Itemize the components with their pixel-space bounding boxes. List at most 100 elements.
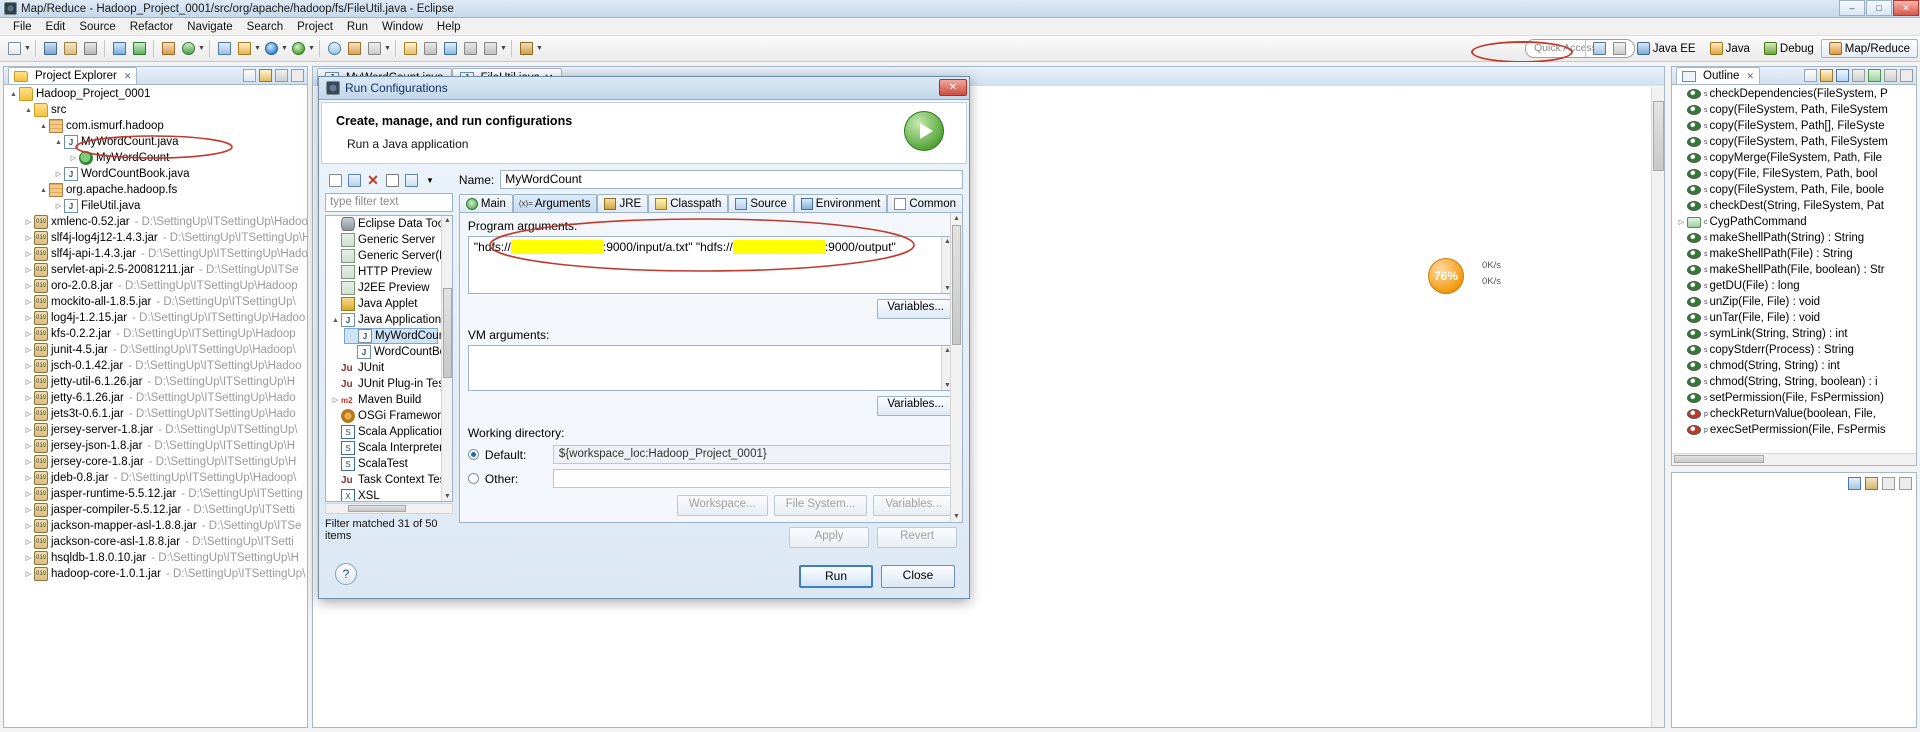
tab-page-scrollbar[interactable]: ▲ ▼	[950, 213, 962, 522]
config-type-tree[interactable]: Eclipse Data Tools Generic Server Generic …	[325, 215, 453, 502]
expand-twisty-icon[interactable]: ▷	[53, 170, 64, 178]
expand-twisty-icon[interactable]: ▷	[1676, 218, 1687, 226]
expand-twisty-icon[interactable]: ▷	[23, 554, 34, 562]
print-icon[interactable]	[81, 40, 99, 58]
hide-fields-icon[interactable]	[1820, 69, 1833, 82]
outline-row[interactable]: s chmod(String, String, boolean) : i	[1672, 374, 1916, 390]
config-tree-row[interactable]: Generic Server(Exte	[328, 248, 452, 264]
expand-twisty-icon[interactable]: ▷	[23, 378, 34, 386]
external-tools-dropdown-icon[interactable]: ▼	[254, 40, 261, 58]
link-with-editor-icon[interactable]	[259, 69, 272, 82]
config-tree-row[interactable]: ▲ J Java Application	[328, 312, 441, 328]
tree-row[interactable]: ▷ 010 jdeb-0.8.jar - D:\SettingUp\ITSetting…	[4, 470, 307, 486]
previous-annotation-icon[interactable]	[421, 40, 439, 58]
external-tools-icon[interactable]	[235, 40, 253, 58]
editor-vertical-scrollbar[interactable]	[1651, 87, 1664, 727]
outline-row[interactable]: s unTar(File, File) : void	[1672, 310, 1916, 326]
scrollbar-thumb[interactable]	[348, 505, 406, 512]
menu-window[interactable]: Window	[375, 20, 430, 34]
outline-row[interactable]: s getDU(File) : long	[1672, 278, 1916, 294]
tree-row[interactable]: ▲ src	[4, 102, 307, 118]
outline-row[interactable]: s checkDest(String, FileSystem, Pat	[1672, 198, 1916, 214]
outline-row[interactable]: s copyStderr(Process) : String	[1672, 342, 1916, 358]
refresh-dropdown-icon[interactable]: ▼	[198, 40, 205, 58]
outline-minimize-icon[interactable]	[1900, 69, 1913, 82]
tree-row[interactable]: ▷ 010 xmlenc-0.52.jar - D:\SettingUp\ITSett…	[4, 214, 307, 230]
outline-row[interactable]: s makeShellPath(String) : String	[1672, 230, 1916, 246]
tree-row[interactable]: ▷ 010 slf4j-api-1.4.3.jar - D:\SettingUp\IT…	[4, 246, 307, 262]
new-java-class-icon[interactable]	[130, 40, 148, 58]
outline-row[interactable]: s copy(FileSystem, Path[], FileSyste	[1672, 118, 1916, 134]
pin-icon[interactable]	[365, 40, 383, 58]
perspective-debug[interactable]: Debug	[1757, 40, 1821, 57]
menu-search[interactable]: Search	[240, 20, 290, 34]
open-resource-icon[interactable]	[215, 40, 233, 58]
tab-jre[interactable]: JRE	[597, 194, 649, 212]
window-controls[interactable]: – □ ✕	[1839, 0, 1919, 16]
dropdown-arrow-icon[interactable]: ▼	[422, 172, 438, 188]
tree-row[interactable]: ▷ 010 mockito-all-1.8.5.jar - D:\SettingUp\…	[4, 294, 307, 310]
next-annotation-icon[interactable]	[401, 40, 419, 58]
outline-row[interactable]: s copy(FileSystem, Path, FileSystem	[1672, 102, 1916, 118]
scrollbar-thumb[interactable]	[442, 288, 452, 378]
maximize-button[interactable]: □	[1866, 0, 1892, 16]
config-tree-row[interactable]: Eclipse Data Tools	[328, 216, 452, 232]
other-directory-input[interactable]	[552, 469, 954, 488]
tree-row[interactable]: ▷ 010 jackson-mapper-asl-1.8.8.jar - D:\Set…	[4, 518, 307, 534]
refresh-icon[interactable]	[179, 40, 197, 58]
sort-icon[interactable]	[1804, 69, 1817, 82]
debug-dropdown-icon[interactable]: ▼	[281, 40, 288, 58]
tree-row[interactable]: ▷ 010 slf4j-log4j12-1.4.3.jar - D:\SettingU…	[4, 230, 307, 246]
scroll-up-arrow-icon[interactable]: ▲	[444, 217, 451, 224]
collapse-all-icon[interactable]	[384, 172, 400, 188]
tree-row[interactable]: ▷ 010 jsch-0.1.42.jar - D:\SettingUp\ITSett…	[4, 358, 307, 374]
scrollbar-thumb[interactable]	[1653, 101, 1664, 171]
expand-twisty-icon[interactable]: ▷	[23, 442, 34, 450]
expand-twisty-icon[interactable]: ▷	[23, 282, 34, 290]
menu-source[interactable]: Source	[72, 20, 122, 34]
collapse-all-icon[interactable]	[243, 69, 256, 82]
config-tree-row[interactable]: S Scala Interpreter	[328, 440, 443, 456]
config-tree-row[interactable]: J WordCountBoo	[344, 344, 452, 360]
config-tree-row[interactable]: Ju JUnit	[328, 360, 438, 376]
tree-row[interactable]: ▷ J FileUtil.java	[4, 198, 307, 214]
hide-local-icon[interactable]	[1868, 69, 1881, 82]
config-tree-row[interactable]: HTTP Preview	[328, 264, 438, 280]
expand-twisty-icon[interactable]: ▷	[23, 458, 34, 466]
expand-twisty-icon[interactable]: ▷	[53, 202, 64, 210]
expand-twisty-icon[interactable]: ▷	[23, 410, 34, 418]
outline-row[interactable]: p execSetPermission(File, FsPermis	[1672, 422, 1916, 438]
tree-row[interactable]: ▷ 010 log4j-1.2.15.jar - D:\SettingUp\ITSet…	[4, 310, 307, 326]
view-menu-icon[interactable]	[275, 69, 288, 82]
name-input[interactable]: MyWordCount	[500, 170, 963, 189]
forward-icon[interactable]	[481, 40, 499, 58]
open-type-icon[interactable]	[110, 40, 128, 58]
console-maximize-icon[interactable]	[1899, 477, 1912, 490]
program-arguments-variables-button[interactable]: Variables...	[877, 299, 954, 319]
expand-twisty-icon[interactable]: ▷	[23, 330, 34, 338]
workspace-button[interactable]: Workspace...	[676, 495, 768, 516]
outline-row[interactable]: s chmod(String, String) : int	[1672, 358, 1916, 374]
expand-twisty-icon[interactable]: ▷	[23, 522, 34, 530]
tree-row[interactable]: ▷ 010 jackson-core-asl-1.8.8.jar - D:\Setti…	[4, 534, 307, 550]
tree-row[interactable]: ▷ MyWordCount	[4, 150, 307, 166]
save-all-icon[interactable]	[61, 40, 79, 58]
config-tree-row[interactable]: Ju JUnit Plug-in Test	[328, 376, 447, 392]
config-tree-row[interactable]: OSGi Framework	[328, 408, 447, 424]
expand-twisty-icon[interactable]: ▷	[23, 250, 34, 258]
config-tree-row[interactable]: X XSL	[328, 488, 438, 501]
new-config-icon[interactable]	[327, 172, 343, 188]
tree-row[interactable]: ▷ 010 jetty-6.1.26.jar - D:\SettingUp\ITSet…	[4, 390, 307, 406]
save-icon[interactable]	[41, 40, 59, 58]
perspective-java[interactable]: Java	[1703, 40, 1757, 57]
collapse-twisty-icon[interactable]: ▲	[38, 187, 49, 194]
toggle-perspective-icon[interactable]	[1611, 40, 1629, 58]
new-wizard-icon[interactable]	[5, 40, 23, 58]
expand-twisty-icon[interactable]: ▷	[23, 570, 34, 578]
expand-twisty-icon[interactable]: ▷	[23, 266, 34, 274]
tree-row[interactable]: ▷ 010 kfs-0.2.2.jar - D:\SettingUp\ITSettin…	[4, 326, 307, 342]
collapse-twisty-icon[interactable]: ▲	[8, 91, 19, 98]
tree-row[interactable]: ▷ 010 hadoop-core-1.0.1.jar - D:\SettingUp\…	[4, 566, 307, 582]
tab-project-explorer[interactable]: Project Explorer ✕	[8, 67, 138, 84]
tab-common[interactable]: Common	[887, 194, 963, 212]
